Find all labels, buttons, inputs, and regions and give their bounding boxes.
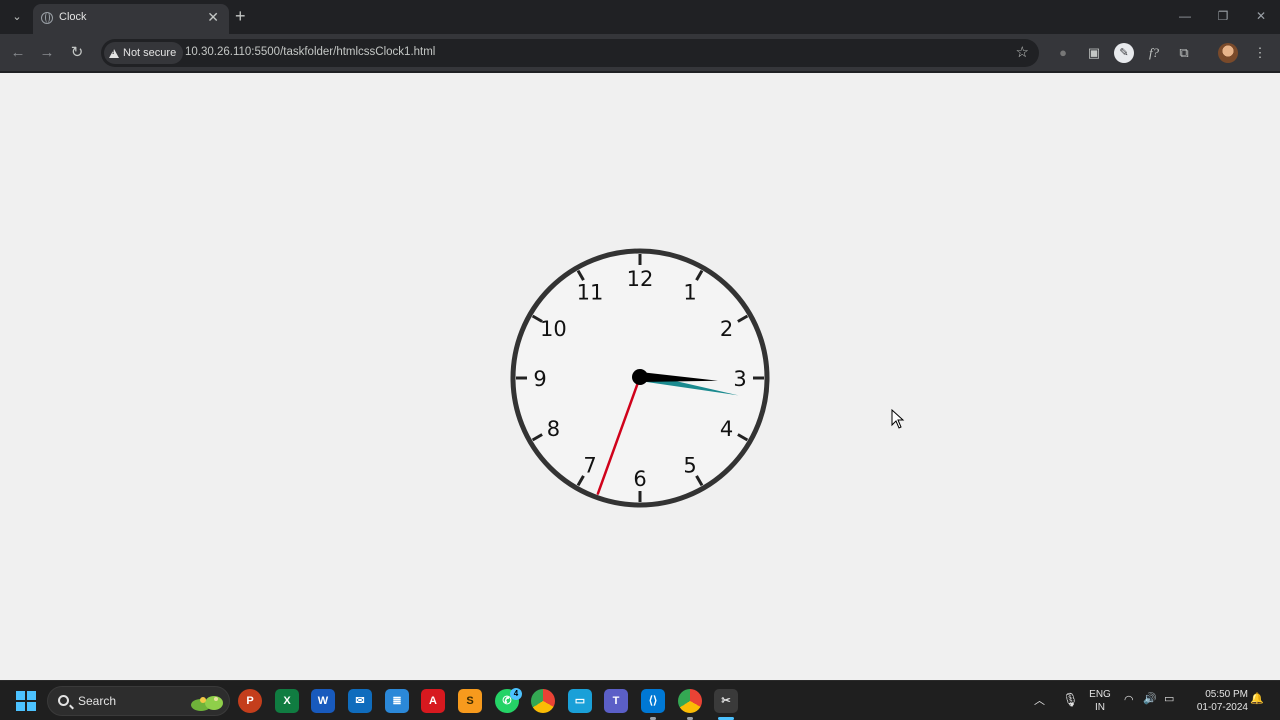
chrome-profile-icon[interactable] bbox=[678, 689, 702, 713]
warning-icon bbox=[109, 48, 119, 58]
clock-numeral: 1 bbox=[683, 280, 696, 304]
clock-numeral: 4 bbox=[720, 417, 733, 441]
clock-center-pin bbox=[632, 369, 648, 385]
extensions-puzzle-icon[interactable]: ⧉ bbox=[1174, 43, 1194, 63]
whatsapp-badge: 4 bbox=[510, 688, 522, 700]
tab-close-button[interactable]: ✕ bbox=[207, 9, 219, 26]
browser-tab-strip: ⌄ Clock ✕ + — ❐ ✕ bbox=[0, 0, 1280, 34]
battery-icon[interactable]: ▭ bbox=[1164, 692, 1174, 705]
clock-numeral: 6 bbox=[633, 467, 646, 491]
taskbar-search-box[interactable]: Search bbox=[47, 686, 230, 716]
clock-numeral: 2 bbox=[720, 317, 733, 341]
bookmark-star-icon[interactable]: ☆ bbox=[1016, 43, 1029, 61]
clock-numeral: 8 bbox=[547, 417, 560, 441]
picture-in-picture-icon[interactable]: ▣ bbox=[1084, 43, 1104, 63]
clock-numeral: 3 bbox=[733, 367, 746, 391]
language-code: ENG bbox=[1089, 689, 1111, 700]
security-indicator[interactable]: Not secure bbox=[104, 42, 184, 64]
mail-icon[interactable]: ✉ bbox=[348, 689, 372, 713]
security-label: Not secure bbox=[123, 47, 177, 59]
windows-start-icon[interactable] bbox=[16, 691, 36, 711]
globe-icon bbox=[41, 12, 53, 24]
sublime-text-icon[interactable]: S bbox=[458, 689, 482, 713]
window-controls: — ❐ ✕ bbox=[1166, 0, 1280, 34]
volume-icon[interactable]: 🔊 bbox=[1143, 692, 1157, 705]
region-code: IN bbox=[1095, 702, 1105, 713]
show-hidden-icons-chevron-icon[interactable]: ︿ bbox=[1034, 692, 1045, 708]
search-label: Search bbox=[78, 694, 117, 708]
mouse-cursor-icon bbox=[891, 409, 905, 429]
powerpoint-icon[interactable]: P bbox=[238, 689, 262, 713]
chrome-icon[interactable] bbox=[531, 689, 555, 713]
extension-pen-icon[interactable]: ✎ bbox=[1114, 43, 1134, 63]
url-text[interactable]: 10.30.26.110:5500/taskfolder/htmlcssCloc… bbox=[185, 46, 435, 58]
clock-numeral: 11 bbox=[577, 280, 604, 304]
address-bar[interactable]: Not secure 10.30.26.110:5500/taskfolder/… bbox=[101, 39, 1039, 67]
tab-title: Clock bbox=[59, 11, 87, 23]
minimize-button[interactable]: — bbox=[1166, 0, 1204, 34]
clock-numeral: 9 bbox=[533, 367, 546, 391]
analog-clock: 12 12 3 45 6 78 9 10 11 bbox=[510, 248, 770, 508]
taskbar-time: 05:50 PM bbox=[1205, 689, 1248, 700]
tab-search-chevron-icon[interactable]: ⌄ bbox=[6, 6, 28, 28]
remote-desktop-icon[interactable]: ▭ bbox=[568, 689, 592, 713]
wifi-icon[interactable]: ◠ bbox=[1124, 693, 1134, 706]
teams-icon[interactable]: T bbox=[604, 689, 628, 713]
clock-numeral: 7 bbox=[583, 454, 596, 478]
taskbar: Search P X W ✉ ≣ A S ✆ 4 ▭ T ⟨⟩ ✂ ︿ 🎙 EN… bbox=[0, 680, 1280, 720]
forward-button[interactable]: → bbox=[36, 42, 58, 64]
microphone-icon[interactable]: 🎙 bbox=[1062, 692, 1079, 708]
word-icon[interactable]: W bbox=[311, 689, 335, 713]
notification-bell-icon[interactable]: 🔔 bbox=[1250, 692, 1264, 705]
restore-button[interactable]: ❐ bbox=[1204, 0, 1242, 34]
back-button[interactable]: ← bbox=[7, 42, 29, 64]
browser-tab-clock[interactable]: Clock ✕ bbox=[33, 4, 229, 34]
language-indicator[interactable]: ENG IN bbox=[1087, 688, 1113, 714]
excel-icon[interactable]: X bbox=[275, 689, 299, 713]
formula-extension-icon[interactable]: f? bbox=[1144, 43, 1164, 63]
search-highlight-art-icon bbox=[191, 696, 223, 711]
notepad-icon[interactable]: ≣ bbox=[385, 689, 409, 713]
clock-numeral: 10 bbox=[540, 317, 567, 341]
taskbar-date: 01-07-2024 bbox=[1196, 702, 1248, 713]
acrobat-icon[interactable]: A bbox=[421, 689, 445, 713]
snipping-tool-icon[interactable]: ✂ bbox=[714, 689, 738, 713]
page-viewport: 12 1 2 3 4 5 6 7 8 9 10 11 bbox=[0, 73, 1280, 680]
menu-kebab-icon[interactable]: ⋮ bbox=[1250, 43, 1270, 63]
new-tab-button[interactable]: + bbox=[235, 6, 246, 26]
profile-avatar[interactable] bbox=[1218, 43, 1238, 63]
close-window-button[interactable]: ✕ bbox=[1242, 0, 1280, 34]
clock-numeral: 5 bbox=[683, 454, 696, 478]
taskbar-clock[interactable]: 05:50 PM 01-07-2024 bbox=[1186, 688, 1248, 714]
clock-numeral: 12 bbox=[627, 267, 654, 291]
browser-toolbar: ← → ↻ Not secure 10.30.26.110:5500/taskf… bbox=[0, 34, 1280, 72]
extension-pin-icon[interactable]: ● bbox=[1053, 43, 1073, 63]
vscode-icon[interactable]: ⟨⟩ bbox=[641, 689, 665, 713]
search-icon bbox=[58, 695, 69, 706]
reload-button[interactable]: ↻ bbox=[66, 42, 88, 64]
